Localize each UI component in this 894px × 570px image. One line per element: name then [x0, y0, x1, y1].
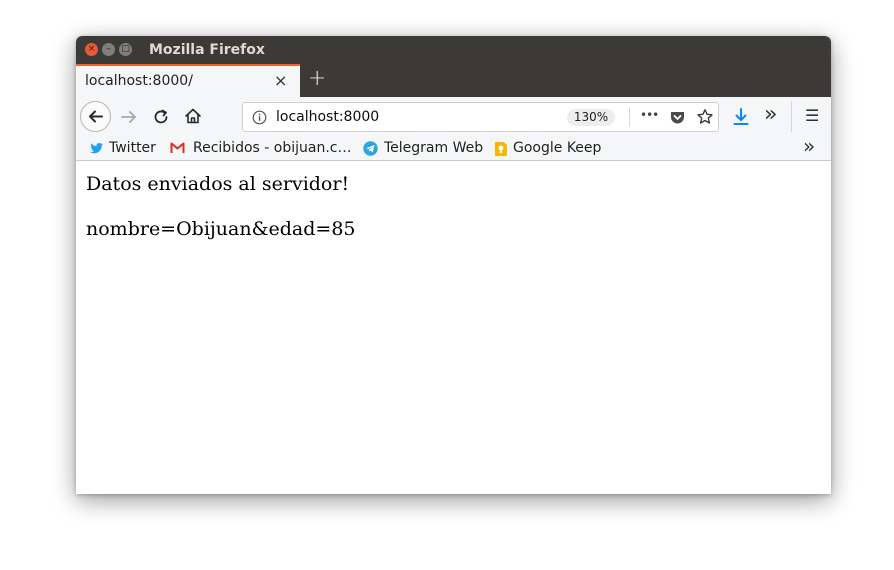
- bookmark-star-icon[interactable]: [696, 108, 714, 126]
- tab-localhost[interactable]: localhost:8000/ ×: [76, 64, 300, 97]
- page-content: Datos enviados al servidor! nombre=Obiju…: [76, 161, 831, 494]
- home-icon[interactable]: [184, 107, 202, 125]
- bookmark-telegram[interactable]: Telegram Web: [363, 139, 483, 159]
- bookmark-label: Twitter: [109, 140, 156, 156]
- bookmark-twitter[interactable]: Twitter: [90, 139, 160, 159]
- more-tools-chevron-icon[interactable]: »: [764, 102, 777, 127]
- page-actions-menu[interactable]: •••: [640, 108, 659, 122]
- navigation-toolbar: localhost:8000 130% ••• » ☰: [76, 97, 831, 137]
- forward-arrow-icon[interactable]: [120, 108, 138, 126]
- reload-icon[interactable]: [152, 108, 170, 126]
- bookmarks-toolbar: Twitter Recibidos - obijuan.c… Telegram …: [76, 134, 831, 161]
- browser-window: × – □ Mozilla Firefox localhost:8000/ × …: [76, 36, 831, 494]
- google-keep-icon: [495, 142, 507, 156]
- window-title: Mozilla Firefox: [149, 42, 265, 58]
- bookmarks-overflow-chevron-icon[interactable]: »: [803, 134, 815, 158]
- back-button[interactable]: [80, 101, 111, 132]
- twitter-icon: [90, 143, 103, 154]
- url-text[interactable]: localhost:8000: [276, 109, 379, 125]
- window-close-button[interactable]: ×: [85, 43, 98, 56]
- download-icon[interactable]: [732, 107, 750, 127]
- bookmark-label: Google Keep: [513, 140, 602, 156]
- info-icon[interactable]: [252, 110, 267, 125]
- back-arrow-icon: [89, 110, 103, 123]
- window-minimize-button[interactable]: –: [102, 43, 115, 56]
- tab-close-button[interactable]: ×: [274, 71, 287, 90]
- bookmark-google-keep[interactable]: Google Keep: [494, 139, 604, 159]
- new-tab-button[interactable]: +: [308, 66, 326, 91]
- title-bar: × – □ Mozilla Firefox: [76, 36, 831, 64]
- hamburger-menu-icon[interactable]: ☰: [805, 106, 819, 125]
- address-bar[interactable]: localhost:8000 130% •••: [242, 102, 719, 132]
- zoom-level-badge[interactable]: 130%: [567, 109, 615, 126]
- bookmark-label: Telegram Web: [384, 140, 484, 156]
- telegram-icon: [363, 141, 378, 156]
- url-separator: [629, 108, 630, 127]
- pocket-icon[interactable]: [669, 109, 686, 126]
- submitted-data-text: nombre=Obijuan&edad=85: [86, 218, 356, 240]
- bookmark-label: Recibidos - obijuan.c…: [193, 140, 352, 156]
- bookmark-gmail[interactable]: Recibidos - obijuan.c…: [170, 139, 352, 159]
- window-maximize-button[interactable]: □: [119, 43, 132, 56]
- tab-strip: localhost:8000/ × +: [76, 64, 831, 97]
- gmail-icon: [170, 142, 185, 153]
- page-heading: Datos enviados al servidor!: [86, 173, 350, 195]
- tab-title: localhost:8000/: [85, 73, 193, 89]
- toolbar-separator: [791, 101, 792, 132]
